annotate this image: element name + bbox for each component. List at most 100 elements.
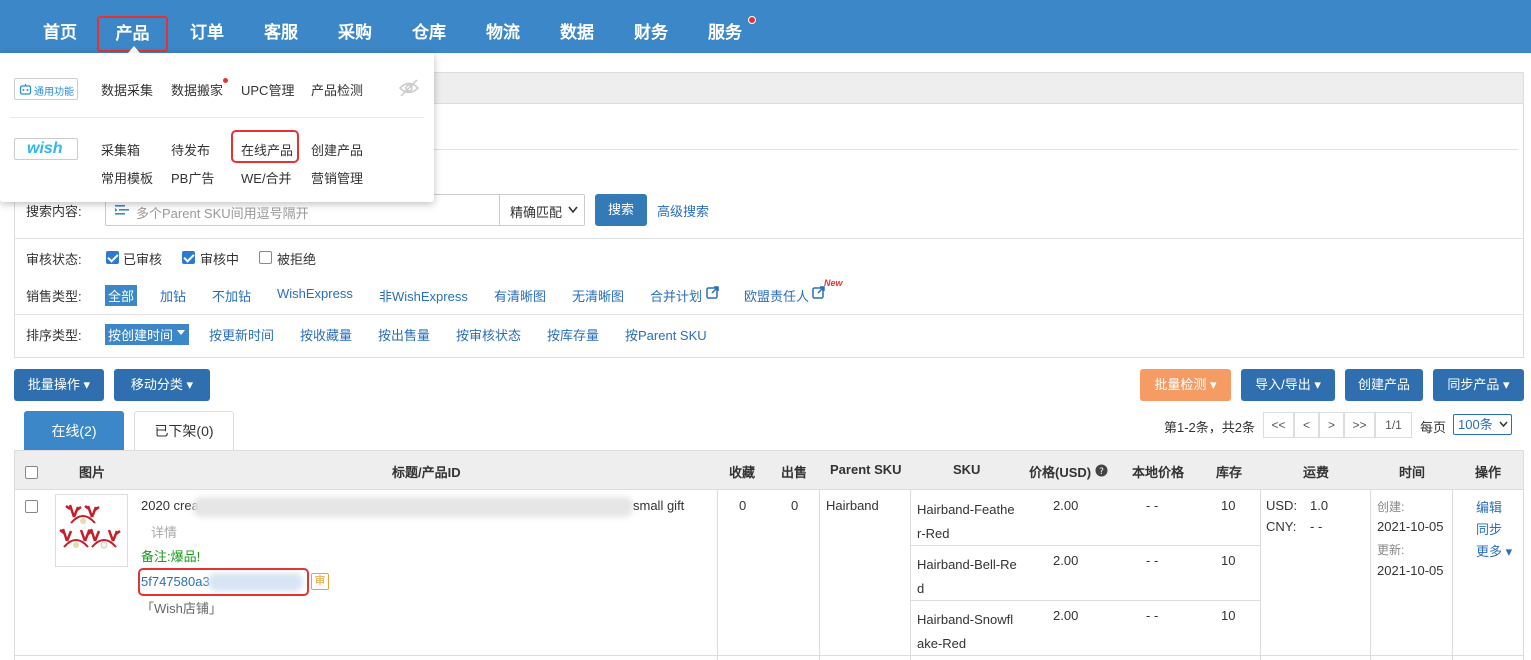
menu-collection-box[interactable]: 采集箱 (101, 140, 140, 159)
row-checkbox[interactable] (25, 500, 38, 513)
table-header (14, 450, 1524, 490)
edit-link[interactable]: 编辑 (1476, 497, 1502, 516)
menu-upc-management[interactable]: UPC管理 (241, 80, 294, 99)
favorites-count: 0 (739, 498, 747, 513)
sort-type-label: 排序类型: (26, 328, 82, 343)
details-link[interactable]: 详情 (151, 522, 177, 541)
search-label: 搜索内容: (26, 204, 82, 219)
menu-dot-icon (223, 78, 228, 83)
sale-type-wishexpress[interactable]: WishExpress (277, 286, 353, 301)
review-pending-checkbox[interactable] (182, 251, 195, 264)
tab-online[interactable]: 在线(2) (24, 411, 124, 450)
sort-by-parent-sku[interactable]: 按Parent SKU (625, 325, 707, 344)
product-title-end[interactable]: small gift (633, 498, 684, 513)
wish-platform-badge: wish (14, 138, 78, 160)
created-date: 2021-10-05 (1377, 519, 1444, 534)
variant-local-price: - - (1146, 553, 1159, 568)
sale-type-non-wishexpress[interactable]: 非WishExpress (379, 286, 468, 305)
highlight-online-products (231, 130, 299, 163)
search-button[interactable]: 搜索 (595, 194, 647, 226)
match-mode-select[interactable]: 精确匹配 (499, 194, 585, 226)
top-nav: 首页 产品 订单 客服 采购 仓库 物流 数据 财务 服务 (0, 0, 1531, 53)
external-link-icon[interactable] (706, 286, 719, 299)
help-icon[interactable]: ? (1095, 464, 1108, 477)
sort-by-review[interactable]: 按审核状态 (456, 325, 521, 344)
sort-by-created[interactable]: 按创建时间 (105, 324, 190, 345)
nav-item-warehouse[interactable]: 仓库 (405, 16, 453, 50)
menu-data-collection[interactable]: 数据采集 (101, 80, 153, 99)
select-all-checkbox[interactable] (25, 466, 38, 479)
sync-link[interactable]: 同步 (1476, 519, 1502, 538)
review-status-label: 审核状态: (26, 252, 82, 267)
sale-type-no-diamond[interactable]: 不加钻 (212, 286, 251, 305)
nav-item-logistics[interactable]: 物流 (479, 16, 527, 50)
per-page-select[interactable]: 100条 (1453, 414, 1512, 435)
review-approved-checkbox[interactable] (106, 251, 119, 264)
pager-next[interactable]: > (1319, 412, 1344, 438)
review-badge: 审 (311, 573, 329, 590)
tab-offline[interactable]: 已下架(0) (134, 411, 234, 450)
notification-dot-icon (748, 16, 756, 24)
highlight-product-id (138, 568, 309, 596)
sale-type-merge-plan[interactable]: 合并计划 (650, 286, 702, 305)
import-export-button[interactable]: 导入/导出 ▾ (1241, 369, 1335, 401)
updated-label: 更新: (1377, 543, 1405, 557)
pager-current: 1/1 (1375, 412, 1412, 438)
menu-pending-publish[interactable]: 待发布 (171, 140, 210, 159)
more-link[interactable]: 更多 ▾ (1476, 541, 1512, 560)
nav-item-home[interactable]: 首页 (36, 16, 84, 50)
move-category-button[interactable]: 移动分类 ▾ (114, 369, 210, 401)
bulk-operations-button[interactable]: 批量操作 ▾ (14, 369, 104, 401)
variant-stock: 10 (1221, 608, 1236, 623)
nav-item-service[interactable]: 服务 (701, 16, 749, 50)
sort-by-favorites[interactable]: 按收藏量 (300, 325, 352, 344)
nav-item-customer-service[interactable]: 客服 (257, 16, 305, 50)
sale-type-clear-image[interactable]: 有清晰图 (494, 286, 546, 305)
updated-date: 2021-10-05 (1377, 563, 1444, 578)
nav-item-purchasing[interactable]: 采购 (331, 16, 379, 50)
sale-type-no-clear-image[interactable]: 无清晰图 (572, 286, 624, 305)
bulk-check-button[interactable]: 批量检测 ▾ (1140, 369, 1231, 401)
created-label: 创建: (1377, 500, 1405, 514)
variant-sku: Hairband-Feathe r-Red (917, 502, 1015, 541)
nav-item-data[interactable]: 数据 (553, 16, 601, 50)
sale-type-diamond[interactable]: 加钻 (160, 286, 186, 305)
pager-last[interactable]: >> (1344, 412, 1375, 438)
menu-data-migration[interactable]: 数据搬家 (171, 80, 223, 99)
sort-by-updated[interactable]: 按更新时间 (209, 325, 274, 344)
col-price: 价格(USD) (1029, 465, 1092, 480)
menu-common-templates[interactable]: 常用模板 (101, 168, 153, 187)
menu-create-product[interactable]: 创建产品 (311, 140, 363, 159)
product-thumbnail[interactable] (55, 494, 128, 567)
sale-type-all[interactable]: 全部 (105, 285, 138, 306)
chevron-down-icon (1499, 421, 1508, 428)
variant-price: 2.00 (1053, 608, 1079, 623)
menu-we-merge[interactable]: WE/合并 (241, 168, 292, 187)
robot-icon (19, 84, 32, 95)
review-rejected-checkbox[interactable] (259, 251, 272, 264)
create-product-button[interactable]: 创建产品 (1345, 369, 1423, 401)
sort-by-sold[interactable]: 按出售量 (378, 325, 430, 344)
match-mode-value: 精确匹配 (510, 205, 563, 220)
pager-prev[interactable]: < (1294, 412, 1319, 438)
menu-marketing[interactable]: 营销管理 (311, 168, 363, 187)
nav-item-finance[interactable]: 财务 (627, 16, 675, 50)
menu-product-check[interactable]: 产品检测 (311, 80, 363, 99)
pager-first[interactable]: << (1263, 412, 1294, 438)
variant-sku: Hairband-Snowfl ake-Red (917, 612, 1014, 651)
divider (14, 238, 1524, 239)
product-note: 备注:爆品! (141, 549, 201, 564)
variant-price: 2.00 (1053, 498, 1079, 513)
caret-down-icon (177, 330, 186, 335)
variant-sku: Hairband-Bell-Re d (917, 557, 1017, 596)
sale-type-eu-responsible[interactable]: 欧盟责任人 (744, 286, 809, 305)
product-title-start[interactable]: 2020 crea (141, 498, 199, 513)
menu-pb-ads[interactable]: PB广告 (171, 168, 214, 187)
sync-product-button[interactable]: 同步产品 ▾ (1433, 369, 1524, 401)
sort-by-stock[interactable]: 按库存量 (547, 325, 599, 344)
eye-off-icon[interactable] (398, 79, 420, 97)
search-placeholder: 多个Parent SKU间用逗号隔开 (136, 206, 309, 221)
new-badge: New (824, 278, 843, 288)
nav-item-orders[interactable]: 订单 (183, 16, 231, 50)
advanced-search-link[interactable]: 高级搜索 (657, 201, 709, 220)
